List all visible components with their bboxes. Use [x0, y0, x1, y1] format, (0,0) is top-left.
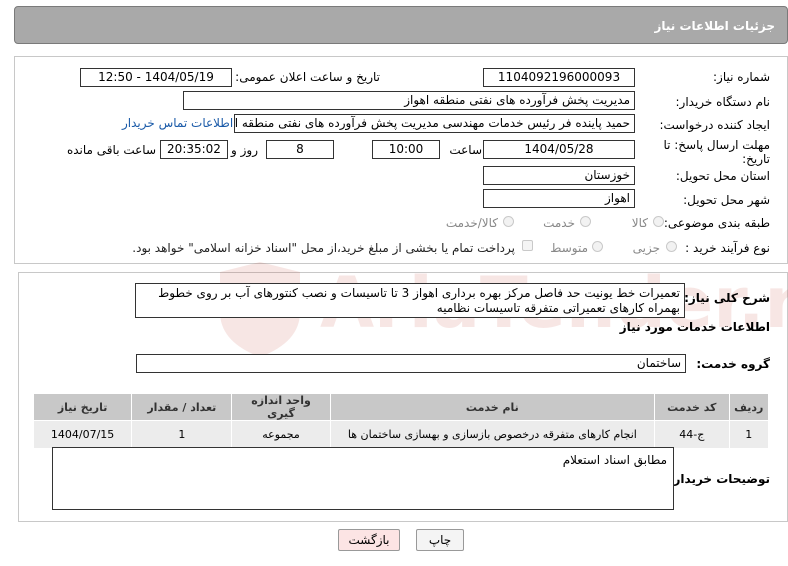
col-header-name: نام خدمت	[329, 393, 656, 421]
buyer-notes-text: مطابق اسناد استعلام	[562, 453, 667, 467]
category-option-goods-service: کالا/خدمت	[445, 216, 498, 230]
process-option-medium: متوسط	[550, 241, 588, 255]
category-radio-goods-service[interactable]	[503, 216, 514, 227]
category-radio-goods[interactable]	[653, 216, 664, 227]
need-number-label: شماره نیاز:	[713, 70, 770, 84]
treasury-payment-note: پرداخت تمام یا بخشی از مبلغ خرید،از محل …	[132, 241, 515, 255]
days-label: روز و	[231, 143, 258, 157]
deadline-label-line2: تاریخ:	[742, 152, 770, 166]
description-textarea[interactable]: تعمیرات خط یونیت حد فاصل مرکز بهره بردار…	[135, 283, 685, 318]
deadline-time-label: ساعت	[449, 143, 482, 157]
buyer-org-label: نام دستگاه خریدار:	[675, 95, 771, 109]
creator-field: حمید پاینده فر رئیس خدمات مهندسی مدیریت …	[234, 114, 635, 133]
col-header-code: کد خدمت	[654, 393, 730, 421]
description-label: شرح کلی نیاز:	[684, 291, 770, 305]
table-row: 1 ج-44 انجام کارهای متفرقه درخصوص بازساز…	[32, 420, 770, 449]
service-group-label: گروه خدمت:	[696, 357, 770, 371]
buyer-contact-link[interactable]: اطلاعات تماس خریدار	[122, 116, 233, 130]
category-option-service: خدمت	[543, 216, 575, 230]
cell-quantity: 1	[131, 420, 233, 449]
services-section-title: اطلاعات خدمات مورد نیاز	[619, 320, 770, 334]
col-header-quantity: تعداد / مقدار	[131, 393, 233, 421]
cell-row-num: 1	[728, 420, 770, 449]
print-button[interactable]: چاپ	[416, 529, 464, 551]
announce-label: تاریخ و ساعت اعلان عمومی:	[235, 70, 380, 84]
cell-date: 1404/07/15	[32, 420, 133, 449]
services-table-wrapper: ردیف کد خدمت نام خدمت واحد اندازه گیری ت…	[32, 393, 770, 449]
cell-code: ج-44	[654, 420, 730, 449]
service-group-field: ساختمان	[136, 354, 686, 373]
deadline-time-field: 10:00	[372, 140, 440, 159]
cell-unit: مجموعه	[231, 420, 331, 449]
remaining-time-field: 20:35:02	[160, 140, 228, 159]
back-button[interactable]: بازگشت	[338, 529, 400, 551]
treasury-payment-checkbox[interactable]	[522, 240, 533, 251]
col-header-unit: واحد اندازه گیری	[231, 393, 331, 421]
creator-label: ایجاد کننده درخواست:	[659, 118, 770, 132]
announce-field: 1404/05/19 - 12:50	[80, 68, 232, 87]
deadline-label-line1: مهلت ارسال پاسخ: تا	[663, 138, 770, 152]
province-field: خوزستان	[483, 166, 635, 185]
page-title: جزئیات اطلاعات نیاز	[654, 19, 775, 33]
need-number-field: 1104092196000093	[483, 68, 635, 87]
remaining-time-label: ساعت باقی مانده	[66, 143, 156, 157]
category-label: طبقه بندی موضوعی:	[663, 216, 770, 230]
process-radio-partial[interactable]	[666, 241, 677, 252]
city-label: شهر محل تحویل:	[683, 193, 770, 207]
col-header-date: تاریخ نیاز	[32, 393, 133, 421]
col-header-row-num: ردیف	[728, 393, 770, 421]
cell-name: انجام کارهای متفرقه درخصوص بازسازی و بهس…	[329, 420, 656, 449]
category-option-goods: کالا	[631, 216, 648, 230]
province-label: استان محل تحویل:	[675, 169, 770, 183]
process-label: نوع فرآیند خرید :	[685, 241, 770, 255]
process-radio-medium[interactable]	[592, 241, 603, 252]
category-radio-service[interactable]	[580, 216, 591, 227]
buyer-org-field: مدیریت پخش فرآورده های نفتی منطقه اهواز	[183, 91, 635, 110]
page-header: جزئیات اطلاعات نیاز	[14, 6, 788, 44]
description-text: تعمیرات خط یونیت حد فاصل مرکز بهره بردار…	[158, 286, 680, 315]
deadline-date-field: 1404/05/28	[483, 140, 635, 159]
days-field: 8	[266, 140, 334, 159]
buyer-notes-textarea[interactable]: مطابق اسناد استعلام	[52, 447, 674, 510]
city-field: اهواز	[483, 189, 635, 208]
buyer-notes-label: توضیحات خریدار:	[668, 472, 770, 486]
need-info-panel	[14, 56, 788, 264]
process-option-partial: جزیی	[632, 241, 660, 255]
services-table: ردیف کد خدمت نام خدمت واحد اندازه گیری ت…	[32, 393, 770, 449]
services-table-header-row: ردیف کد خدمت نام خدمت واحد اندازه گیری ت…	[32, 393, 770, 421]
